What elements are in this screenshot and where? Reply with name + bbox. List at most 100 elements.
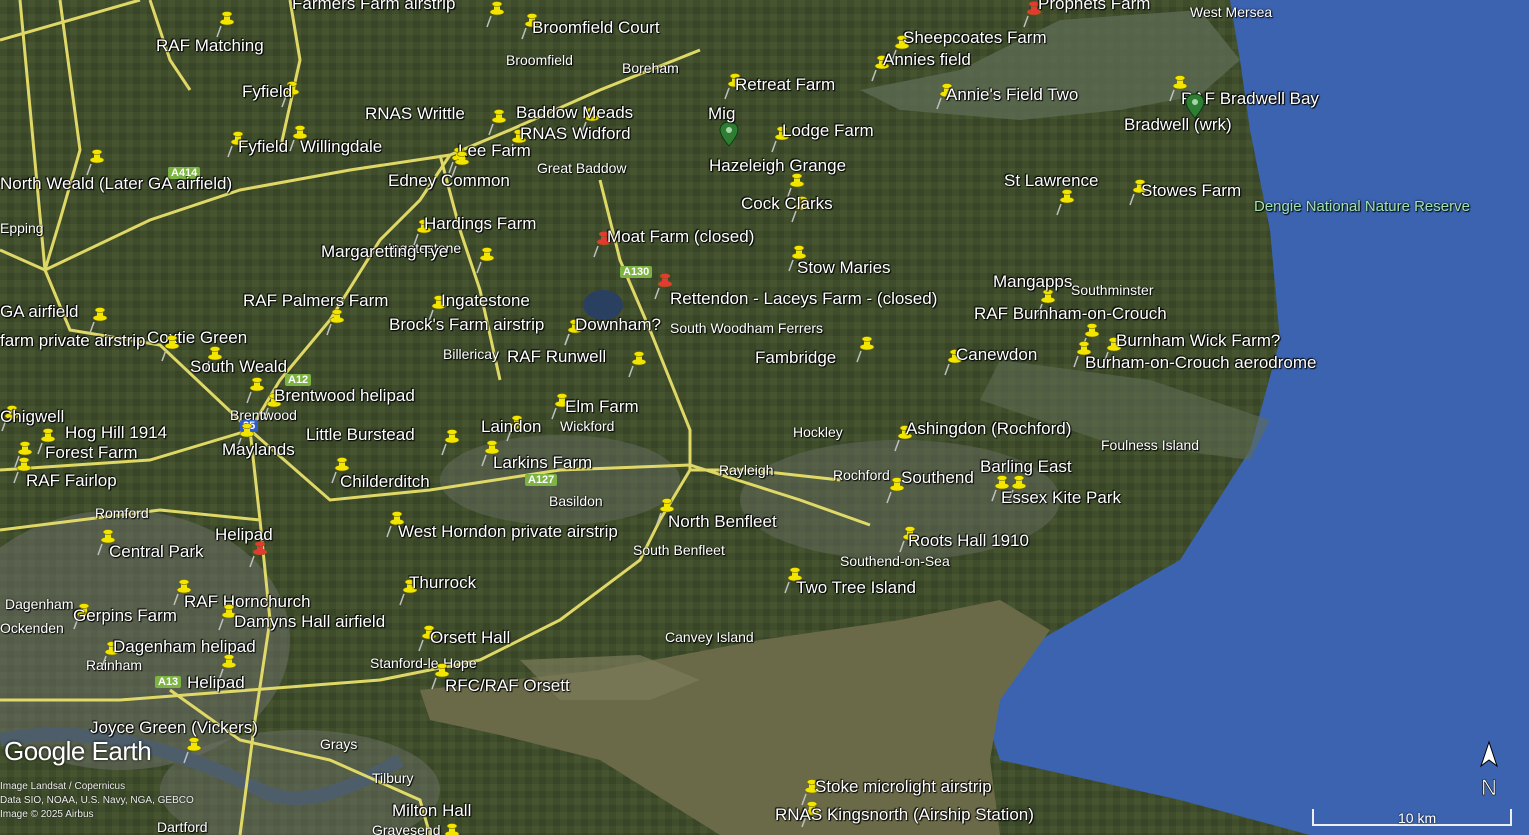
place-name: Dagenham — [5, 596, 74, 612]
placemark-label[interactable]: Southend — [901, 468, 974, 488]
placemark-label[interactable]: Orsett Hall — [430, 628, 510, 648]
place-name: Rayleigh — [719, 462, 774, 478]
placemark-label[interactable]: Willingdale — [300, 137, 382, 157]
placemark-label[interactable]: Mig — [708, 104, 735, 124]
placemark-label[interactable]: Hazeleigh Grange — [709, 156, 846, 176]
yellow-pushpin-icon[interactable] — [440, 822, 462, 835]
scale-label: 10 km — [1398, 810, 1437, 826]
placemark-label[interactable]: Lodge Farm — [782, 121, 874, 141]
placemark-label[interactable]: Brentwood helipad — [274, 386, 415, 406]
place-name: South Woodham Ferrers — [670, 320, 824, 336]
placemark-label[interactable]: Childerditch — [340, 472, 430, 492]
placemark-label[interactable]: Farmers Farm airstrip — [292, 0, 455, 14]
placemark-label[interactable]: Brock's Farm airstrip — [389, 315, 544, 335]
place-name: Foulness Island — [1101, 437, 1200, 453]
yellow-pushpin-icon[interactable] — [475, 246, 497, 274]
placemark-label[interactable]: Hog Hill 1914 — [65, 423, 167, 443]
placemark-label[interactable]: Burnham Wick Farm? — [1116, 331, 1280, 351]
placemark-label[interactable]: St Lawrence — [1004, 171, 1099, 191]
placemark-label[interactable]: Damyns Hall airfield — [234, 612, 385, 632]
placemark-label[interactable]: Stowes Farm — [1141, 181, 1241, 201]
placemark-label[interactable]: Little Burstead — [306, 425, 415, 445]
placemark-label[interactable]: Moat Farm (closed) — [607, 227, 754, 247]
placemark-label[interactable]: Helipad — [215, 525, 273, 545]
yellow-pushpin-icon[interactable] — [215, 10, 237, 38]
placemark-label[interactable]: Central Park — [109, 542, 203, 562]
placemark-label[interactable]: Two Tree Island — [796, 578, 916, 598]
placemark-label[interactable]: Maylands — [222, 440, 295, 460]
placemark-label[interactable]: RNAS Writtle — [365, 104, 465, 124]
road-shield: A13 — [155, 676, 182, 688]
placemark-label[interactable]: Margaretting Tye — [321, 242, 448, 262]
placemark-label[interactable]: Canewdon — [956, 345, 1037, 365]
placemark-label[interactable]: Fyfield — [238, 137, 288, 157]
placemark-label[interactable]: Chigwell — [0, 407, 64, 427]
placemark-label[interactable]: South Weald — [190, 357, 287, 377]
placemark-label[interactable]: farm private airstrip — [0, 331, 145, 351]
placemark-label[interactable]: Retreat Farm — [735, 75, 835, 95]
placemark-label[interactable]: Annies field — [883, 50, 971, 70]
placemark-label[interactable]: Prophets Farm — [1038, 0, 1150, 14]
placemark-label[interactable]: RAF Hornchurch — [184, 592, 311, 612]
placemark-label[interactable]: Bradwell (wrk) — [1124, 115, 1232, 135]
map-view[interactable]: West Mersea Broomfield Boreham Great Baddow… — [0, 0, 1529, 835]
placemark-label[interactable]: Fambridge — [755, 348, 836, 368]
placemark-label[interactable]: RAF Fairlop — [26, 471, 117, 491]
placemark-label[interactable]: West Horndon private airstrip — [398, 522, 618, 542]
placemark-label[interactable]: Mangapps — [993, 272, 1072, 292]
placemark-label[interactable]: RFC/RAF Orsett — [445, 676, 570, 696]
placemark-label[interactable]: Annie's Field Two — [946, 85, 1078, 105]
placemark-label[interactable]: RAF Runwell — [507, 347, 606, 367]
placemark-label[interactable]: Hardings Farm — [424, 214, 536, 234]
placemark-label[interactable]: RNAS Kingsnorth (Airship Station) — [775, 805, 1034, 825]
placemark-label[interactable]: Ingatestone — [441, 291, 530, 311]
place-name: Stanford-le-Hope — [370, 655, 477, 671]
placemark-label[interactable]: Stoke microlight airstrip — [815, 777, 992, 797]
placemark-label[interactable]: Broomfield Court — [532, 18, 660, 38]
placemark-label[interactable]: Cock Clarks — [741, 194, 833, 214]
green-pushpin-icon[interactable] — [718, 120, 740, 148]
placemark-label[interactable]: GA airfield — [0, 302, 78, 322]
placemark-label[interactable]: Downham? — [575, 315, 661, 335]
placemark-label[interactable]: North Weald (Later GA airfield) — [0, 174, 232, 194]
yellow-pushpin-icon[interactable] — [85, 148, 107, 176]
placemark-label[interactable]: Laindon — [481, 417, 542, 437]
placemark-label[interactable]: North Benfleet — [668, 512, 777, 532]
north-arrow-icon[interactable]: N — [1475, 740, 1503, 802]
placemark-label[interactable]: Thurrock — [409, 573, 476, 593]
placemark-label[interactable]: Edney Common — [388, 171, 510, 191]
place-name: Billericay — [443, 346, 500, 362]
placemark-label[interactable]: Rettendon - Laceys Farm - (closed) — [670, 289, 937, 309]
yellow-pushpin-icon[interactable] — [855, 335, 877, 363]
yellow-pushpin-icon[interactable] — [88, 306, 110, 334]
place-name: West Mersea — [1190, 4, 1273, 20]
yellow-pushpin-icon[interactable] — [440, 428, 462, 456]
placemark-label[interactable]: Roots Hall 1910 — [908, 531, 1029, 551]
placemark-label[interactable]: Essex Kite Park — [1001, 488, 1121, 508]
placemark-label[interactable]: RAF Burnham-on-Crouch — [974, 304, 1167, 324]
placemark-label[interactable]: Larkins Farm — [493, 453, 592, 473]
placemark-label[interactable]: Milton Hall — [392, 801, 471, 821]
placemark-label[interactable]: Ashingdon (Rochford) — [906, 419, 1071, 439]
placemark-label[interactable]: Elm Farm — [565, 397, 639, 417]
placemark-label[interactable]: Baddow Meads — [516, 103, 633, 123]
placemark-label[interactable]: Sheepcoates Farm — [903, 28, 1047, 48]
yellow-pushpin-icon[interactable] — [1055, 188, 1077, 216]
placemark-label[interactable]: RAF Palmers Farm — [243, 291, 388, 311]
placemark-label[interactable]: RAF Matching — [156, 36, 264, 56]
yellow-pushpin-icon[interactable] — [182, 736, 204, 764]
yellow-pushpin-icon[interactable] — [325, 308, 347, 336]
placemark-label[interactable]: Fyfield — [242, 82, 292, 102]
placemark-label[interactable]: Helipad — [187, 673, 245, 693]
yellow-pushpin-icon[interactable] — [485, 0, 507, 28]
placemark-label[interactable]: Forest Farm — [45, 443, 138, 463]
yellow-pushpin-icon[interactable] — [487, 108, 509, 136]
placemark-label[interactable]: Gerpins Farm — [73, 606, 177, 626]
yellow-pushpin-icon[interactable] — [627, 350, 649, 378]
placemark-label[interactable]: Burham-on-Crouch aerodrome — [1085, 353, 1317, 373]
place-name: Tilbury — [372, 770, 414, 786]
yellow-pushpin-icon[interactable] — [160, 334, 182, 362]
placemark-label[interactable]: Joyce Green (Vickers) — [90, 718, 258, 738]
placemark-label[interactable]: Stow Maries — [797, 258, 891, 278]
placemark-label[interactable]: RNAS Widford — [520, 124, 631, 144]
